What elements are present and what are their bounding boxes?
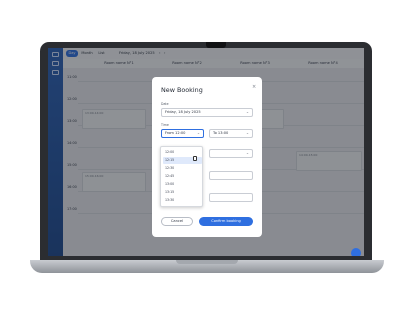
app-screen: Day Month List Friday, 18 July 2025 ‹ › … [48, 48, 364, 256]
dropdown-option[interactable]: 12:45 [163, 173, 202, 180]
dropdown-option[interactable]: 12:00 [163, 149, 202, 156]
booking-field[interactable] [209, 193, 253, 202]
chevron-down-icon: ⌄ [245, 131, 249, 135]
booking-field[interactable] [209, 171, 253, 180]
laptop-base-lip [176, 260, 238, 264]
from-time-value: From 12:00 [165, 131, 186, 135]
dropdown-option[interactable]: 13:30 [163, 197, 202, 204]
dropdown-option[interactable]: 13:00 [163, 181, 202, 188]
date-label: Date [161, 102, 169, 106]
cancel-button[interactable]: Cancel [161, 217, 193, 226]
confirm-booking-button[interactable]: Confirm booking [199, 217, 253, 226]
from-time-select[interactable]: From 12:00 ⌄ [161, 129, 204, 138]
time-dropdown: 12:00 12:15 12:30 12:45 13:00 13:15 13:3… [160, 146, 203, 207]
camera-notch [206, 42, 226, 48]
modal-title: New Booking [161, 86, 203, 94]
chat-bubble-icon[interactable] [351, 248, 361, 256]
date-field[interactable]: Friday, 18 July 2025 ⌄ [161, 108, 253, 117]
close-icon[interactable]: × [252, 84, 256, 90]
to-time-select[interactable]: To 13:00 ⌄ [209, 129, 253, 138]
date-field-value: Friday, 18 July 2025 [165, 110, 201, 114]
dropdown-option[interactable]: 13:15 [163, 189, 202, 196]
chevron-down-icon: ⌄ [245, 151, 249, 155]
laptop-mockup: Day Month List Friday, 18 July 2025 ‹ › … [0, 0, 414, 317]
to-time-value: To 13:00 [213, 131, 229, 135]
booking-field[interactable]: ⌄ [209, 149, 253, 158]
chevron-down-icon: ⌄ [196, 131, 200, 135]
chevron-down-icon: ⌄ [245, 110, 249, 114]
time-label: Time [161, 123, 169, 127]
mouse-cursor-icon [193, 156, 197, 161]
dropdown-option[interactable]: 12:30 [163, 165, 202, 172]
